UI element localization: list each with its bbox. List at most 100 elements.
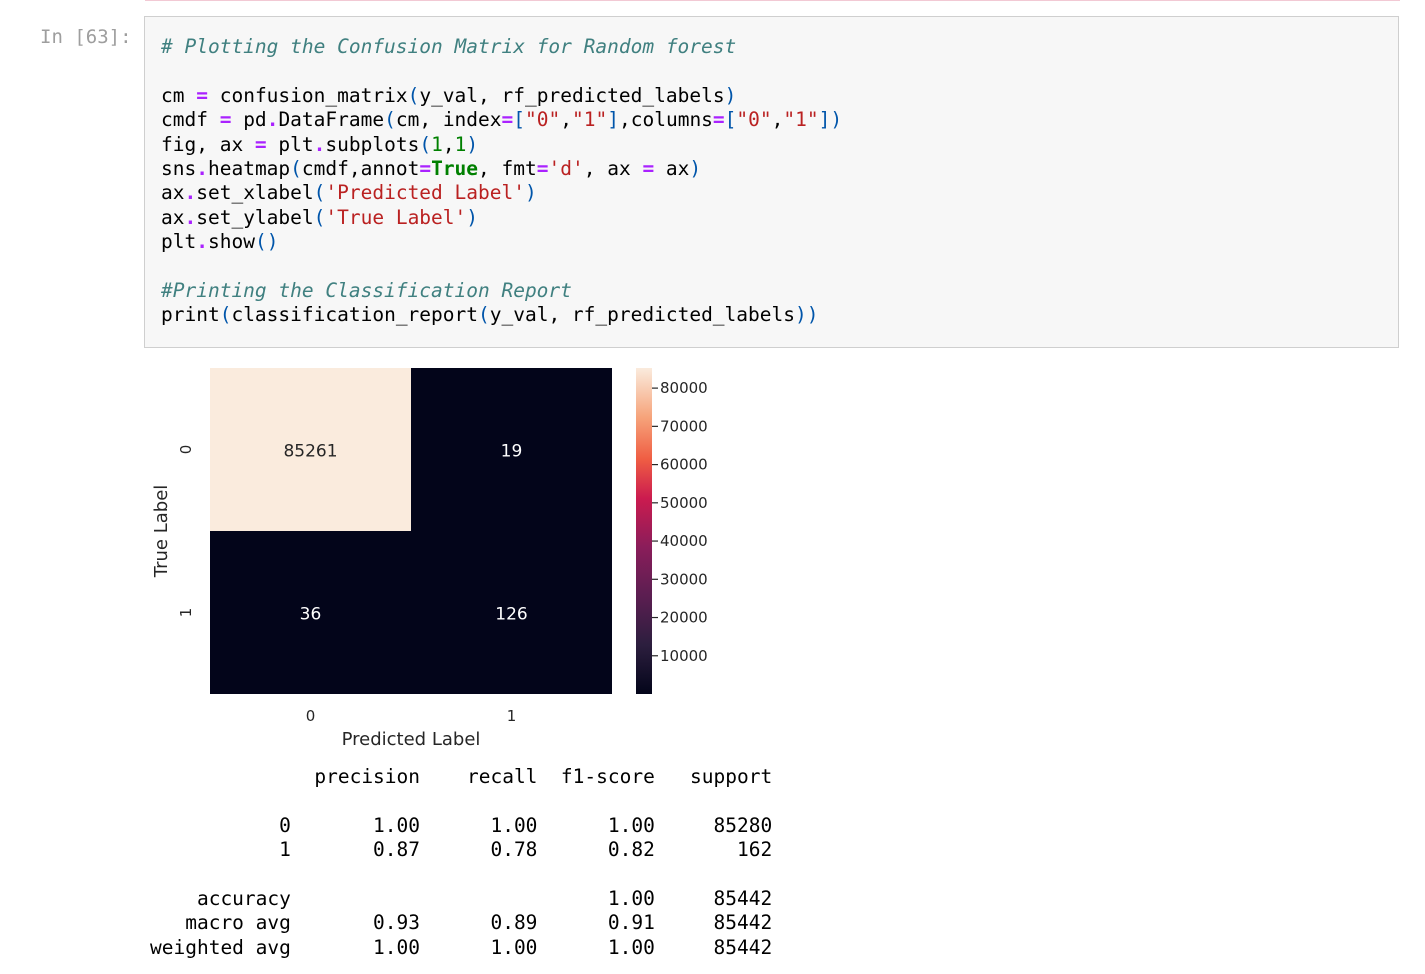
code-line: fig, ax = plt.subplots(1,1) xyxy=(161,133,478,156)
code-token: # Plotting the Confusion Matrix for Rand… xyxy=(161,35,737,58)
colorbar-tick-label: 10000 xyxy=(660,647,708,665)
report-line: accuracy 1.00 85442 xyxy=(150,887,773,911)
code-token: plt xyxy=(266,132,314,156)
code-token: ax xyxy=(161,205,185,229)
code-line: # Plotting the Confusion Matrix for Rand… xyxy=(161,35,736,58)
code-token: DataFrame xyxy=(278,108,385,132)
code-token: ( xyxy=(219,303,232,327)
code-token: ( xyxy=(313,205,326,229)
report-line: weighted avg 1.00 1.00 1.00 85442 xyxy=(150,935,773,959)
code-token: 'd' xyxy=(548,157,584,181)
code-token: 1 xyxy=(431,132,443,156)
report-line: precision recall f1-score support xyxy=(150,765,773,788)
code-token: True xyxy=(431,157,479,181)
code-token: cmdf,annot xyxy=(301,157,420,181)
code-token: ) xyxy=(524,181,537,205)
code-token: "1" xyxy=(783,108,819,132)
colorbar-tick-label: 70000 xyxy=(660,417,708,435)
classification-report: precision recall f1-score support 0 1.00… xyxy=(150,765,772,960)
code-token: classification_report xyxy=(231,303,478,327)
code-line: print(classification_report(y_val, rf_pr… xyxy=(161,303,818,326)
cell-annotation: 19 xyxy=(501,442,523,462)
cell-annotation: 126 xyxy=(495,605,527,625)
code-token: ,columns xyxy=(619,108,713,132)
code-token: . xyxy=(313,132,326,156)
code-token: , xyxy=(442,132,455,156)
code-line: ax.set_xlabel('Predicted Label') xyxy=(161,181,537,204)
code-token: [ xyxy=(513,108,526,132)
y-tick-label: 0 xyxy=(177,445,195,455)
code-token: = xyxy=(196,83,208,107)
code-token: = xyxy=(712,108,725,132)
code-token: ( xyxy=(290,157,302,181)
x-tick-label: 1 xyxy=(507,707,517,725)
code-token: = xyxy=(419,157,432,181)
colorbar-gradient xyxy=(636,368,652,694)
y-tick-label: 1 xyxy=(177,608,195,618)
code-token: "0" xyxy=(736,108,772,132)
cell-output-heatmap: 85261 19 36 126 0 1 0 1 Predicted Label True Labe… xyxy=(144,356,764,756)
code-token: . xyxy=(196,230,208,254)
heatmap-cells xyxy=(210,368,612,694)
colorbar-tick-label: 40000 xyxy=(660,532,708,550)
code-token: y_val, rf_predicted_labels xyxy=(419,83,725,107)
code-token: )) xyxy=(795,303,819,327)
code-token: sns xyxy=(161,157,197,181)
code-line: ax.set_ylabel('True Label') xyxy=(161,206,478,229)
y-axis-label: True Label xyxy=(151,485,172,579)
code-token: ( xyxy=(478,303,490,327)
report-line: 1 0.87 0.78 0.82 162 xyxy=(150,838,773,862)
code-token: fig, ax xyxy=(161,132,255,156)
code-token: 1 xyxy=(454,132,467,156)
confusion-matrix-heatmap: 85261 19 36 126 0 1 0 1 Predicted Label True Labe… xyxy=(151,368,708,750)
code-token: y_val, rf_predicted_labels xyxy=(489,303,795,327)
code-cell-input[interactable]: # Plotting the Confusion Matrix for Rand… xyxy=(144,16,1399,348)
code-line: plt.show() xyxy=(161,230,278,253)
code-token: ( xyxy=(313,181,326,205)
code-token: pd xyxy=(231,108,267,132)
code-token: ) xyxy=(724,83,737,107)
code-token: 'Predicted Label' xyxy=(325,181,525,205)
cell-annotation: 36 xyxy=(300,605,322,625)
code-token: confusion_matrix xyxy=(207,83,408,107)
code-token: ax xyxy=(654,157,690,181)
x-axis-label: Predicted Label xyxy=(342,729,481,750)
colorbar: 10000 20000 30000 40000 50000 60000 70000 80000 xyxy=(636,368,708,694)
code-token: print xyxy=(161,303,220,327)
colorbar-tick-label: 30000 xyxy=(660,570,708,588)
code-line: cm = confusion_matrix(y_val, rf_predicte… xyxy=(161,84,736,107)
code-editor[interactable]: # Plotting the Confusion Matrix for Rand… xyxy=(161,35,842,328)
code-token: cmdf xyxy=(161,108,220,132)
code-token: "1" xyxy=(572,108,608,132)
code-token: ( xyxy=(384,108,396,132)
code-token: [ xyxy=(724,108,737,132)
code-token: . xyxy=(196,157,208,181)
code-token: ( xyxy=(419,132,432,156)
code-line: #Printing the Classification Report xyxy=(161,279,572,302)
code-token: , fmt xyxy=(478,157,537,181)
code-token: set_ylabel xyxy=(196,205,314,229)
code-token: ) xyxy=(466,132,479,156)
code-token: 'True Label' xyxy=(325,205,467,229)
code-token: , xyxy=(771,108,784,132)
code-token: subplots xyxy=(325,132,420,156)
colorbar-tick-label: 60000 xyxy=(660,456,708,474)
code-token: = xyxy=(254,132,267,156)
cell-separator xyxy=(145,0,1400,1)
colorbar-tick-label: 50000 xyxy=(660,494,708,512)
report-line: 0 1.00 1.00 1.00 85280 xyxy=(150,813,773,837)
code-token: cm xyxy=(161,83,197,107)
x-tick-label: 0 xyxy=(306,707,316,725)
code-token: ax xyxy=(161,181,185,205)
cell-annotation: 85261 xyxy=(283,442,337,462)
code-token: () xyxy=(254,230,279,254)
colorbar-tick-label: 20000 xyxy=(660,609,708,627)
code-token: ) xyxy=(466,205,479,229)
code-token: , ax xyxy=(583,157,643,181)
colorbar-tick-label: 80000 xyxy=(660,379,708,397)
code-token: . xyxy=(184,181,197,205)
code-token: plt xyxy=(161,230,197,254)
code-token: ] xyxy=(607,108,619,132)
input-prompt: In [63]: xyxy=(40,26,132,48)
code-token: = xyxy=(536,157,549,181)
